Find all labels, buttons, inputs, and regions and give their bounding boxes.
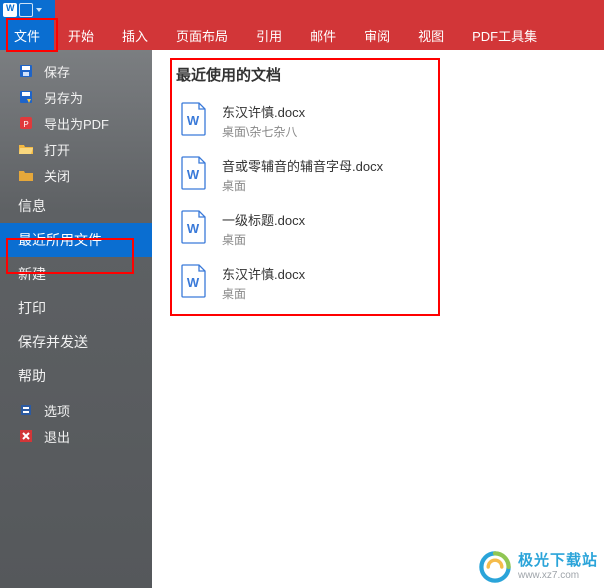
sidebar-item-options[interactable]: 选项 bbox=[0, 397, 152, 423]
folder-close-icon bbox=[18, 167, 34, 183]
watermark-title: 极光下载站 bbox=[518, 553, 598, 570]
folder-open-icon bbox=[18, 141, 34, 157]
watermark-url: www.xz7.com bbox=[518, 570, 598, 581]
sidebar-item-label: 另存为 bbox=[44, 88, 83, 107]
sidebar-item-export-pdf[interactable]: P 导出为PDF bbox=[0, 110, 152, 136]
sidebar-item-label: 帮助 bbox=[18, 366, 46, 386]
save-icon bbox=[18, 63, 34, 79]
quick-access-toolbar bbox=[0, 0, 55, 20]
sidebar-item-label: 新建 bbox=[18, 264, 46, 284]
doc-path: 桌面 bbox=[222, 285, 305, 302]
tab-view[interactable]: 视图 bbox=[404, 20, 458, 50]
sidebar-item-print[interactable]: 打印 bbox=[0, 291, 152, 325]
tab-references[interactable]: 引用 bbox=[242, 20, 296, 50]
pdf-icon: P bbox=[18, 115, 34, 131]
sidebar-item-save-send[interactable]: 保存并发送 bbox=[0, 325, 152, 359]
tab-review[interactable]: 审阅 bbox=[350, 20, 404, 50]
qat-dropdown-icon[interactable] bbox=[35, 3, 43, 17]
doc-path: 桌面\杂七杂八 bbox=[222, 123, 305, 140]
sidebar-item-save[interactable]: 保存 bbox=[0, 58, 152, 84]
tab-home[interactable]: 开始 bbox=[54, 20, 108, 50]
svg-text:W: W bbox=[187, 167, 200, 182]
recent-doc-item[interactable]: W 一级标题.docx 桌面 bbox=[176, 207, 580, 251]
sidebar-item-label: 最近所用文件 bbox=[18, 230, 102, 250]
sidebar-item-label: 选项 bbox=[44, 401, 70, 420]
watermark-logo-icon bbox=[478, 550, 512, 584]
tab-mail[interactable]: 邮件 bbox=[296, 20, 350, 50]
sidebar-item-label: 导出为PDF bbox=[44, 114, 109, 133]
tab-pdf-tools[interactable]: PDF工具集 bbox=[458, 20, 551, 50]
exit-icon bbox=[18, 428, 34, 444]
tab-insert[interactable]: 插入 bbox=[108, 20, 162, 50]
file-menu-sidebar: 保存 另存为 P 导出为PDF 打开 bbox=[0, 50, 152, 588]
sidebar-item-new[interactable]: 新建 bbox=[0, 257, 152, 291]
doc-name: 音或零辅音的辅音字母.docx bbox=[222, 156, 383, 175]
recent-documents-list: W 东汉许慎.docx 桌面\杂七杂八 W 音或零辅音的辅音字母.docx 桌面 bbox=[176, 99, 580, 305]
recent-panel-title: 最近使用的文档 bbox=[176, 64, 580, 85]
sidebar-item-label: 退出 bbox=[44, 427, 70, 446]
recent-doc-item[interactable]: W 东汉许慎.docx 桌面 bbox=[176, 261, 580, 305]
titlebar bbox=[0, 0, 604, 20]
doc-path: 桌面 bbox=[222, 231, 305, 248]
recent-doc-item[interactable]: W 东汉许慎.docx 桌面\杂七杂八 bbox=[176, 99, 580, 143]
options-icon bbox=[18, 402, 34, 418]
doc-name: 东汉许慎.docx bbox=[222, 102, 305, 121]
watermark: 极光下载站 www.xz7.com bbox=[478, 550, 598, 584]
tab-page-layout[interactable]: 页面布局 bbox=[162, 20, 242, 50]
sidebar-item-label: 信息 bbox=[18, 196, 46, 216]
svg-text:P: P bbox=[23, 120, 28, 129]
sidebar-item-exit[interactable]: 退出 bbox=[0, 423, 152, 449]
svg-text:W: W bbox=[187, 221, 200, 236]
doc-icon: W bbox=[180, 264, 208, 298]
sidebar-item-info[interactable]: 信息 bbox=[0, 189, 152, 223]
sidebar-item-recent-files[interactable]: 最近所用文件 bbox=[0, 223, 152, 257]
sidebar-item-label: 关闭 bbox=[44, 166, 70, 185]
recent-files-panel: 最近使用的文档 W 东汉许慎.docx 桌面\杂七杂八 W bbox=[152, 50, 604, 588]
sidebar-item-label: 打开 bbox=[44, 140, 70, 159]
qat-save-icon[interactable] bbox=[19, 3, 33, 17]
svg-text:W: W bbox=[187, 113, 200, 128]
ribbon-tabs: 文件 开始 插入 页面布局 引用 邮件 审阅 视图 PDF工具集 bbox=[0, 20, 604, 50]
save-as-icon bbox=[18, 89, 34, 105]
doc-path: 桌面 bbox=[222, 177, 383, 194]
sidebar-item-save-as[interactable]: 另存为 bbox=[0, 84, 152, 110]
doc-name: 一级标题.docx bbox=[222, 210, 305, 229]
sidebar-item-help[interactable]: 帮助 bbox=[0, 359, 152, 393]
sidebar-item-close[interactable]: 关闭 bbox=[0, 162, 152, 188]
sidebar-item-label: 保存并发送 bbox=[18, 332, 88, 352]
sidebar-item-open[interactable]: 打开 bbox=[0, 136, 152, 162]
app-icon bbox=[3, 3, 17, 17]
doc-icon: W bbox=[180, 210, 208, 244]
recent-doc-item[interactable]: W 音或零辅音的辅音字母.docx 桌面 bbox=[176, 153, 580, 197]
sidebar-item-label: 打印 bbox=[18, 298, 46, 318]
sidebar-item-label: 保存 bbox=[44, 62, 70, 81]
tab-file[interactable]: 文件 bbox=[0, 20, 54, 50]
svg-text:W: W bbox=[187, 275, 200, 290]
doc-name: 东汉许慎.docx bbox=[222, 264, 305, 283]
doc-icon: W bbox=[180, 102, 208, 136]
doc-icon: W bbox=[180, 156, 208, 190]
